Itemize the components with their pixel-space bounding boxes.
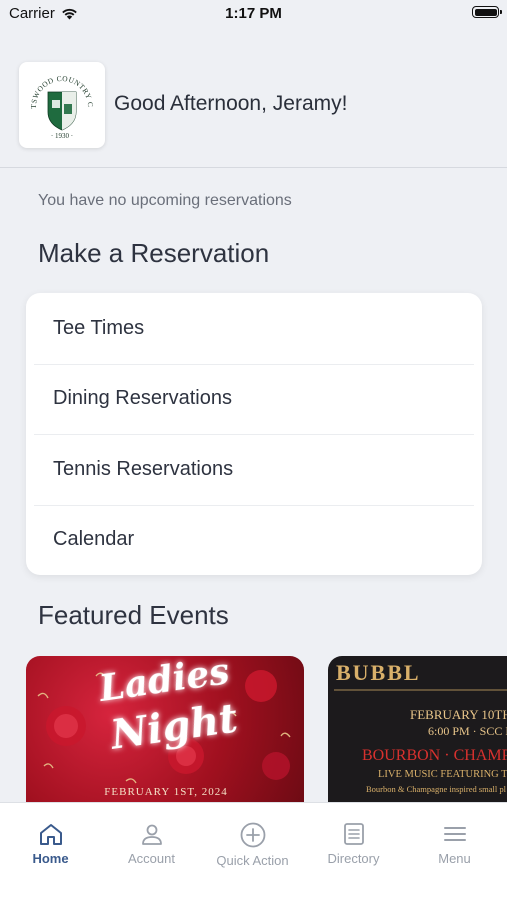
tab-menu[interactable]: Menu: [404, 803, 505, 873]
reservation-item-label: Tennis Reservations: [53, 457, 234, 480]
tab-account[interactable]: Account: [101, 803, 202, 873]
club-logo[interactable]: SPOTSWOOD COUNTRY CLUB · 1930 ·: [16, 55, 105, 148]
person-icon: [141, 824, 162, 845]
event-card-bourbon-bubbles[interactable]: BUBBL FEBRUARY 10TH, 20 6:00 PM · SCC LO…: [328, 656, 507, 802]
event-date: FEBRUARY 1ST, 2024: [104, 786, 227, 798]
reservation-options-card: Tee Times Dining Reservations Tennis Res…: [26, 293, 482, 575]
reservation-item-label: Calendar: [53, 528, 135, 551]
featured-events-carousel[interactable]: Ladies Night FEBRUARY 1ST, 2024 BUBBL FE…: [26, 656, 507, 802]
tab-label: Directory: [327, 851, 380, 866]
reservation-item-calendar[interactable]: Calendar: [26, 504, 482, 576]
hamburger-icon: [443, 827, 466, 841]
reservation-item-label: Tee Times: [53, 316, 145, 339]
event-subtitle-2: Bourbon & Champagne inspired small pl: [366, 784, 507, 794]
tab-bar: Home Account Quick Action Directory Menu: [0, 802, 507, 901]
event-title: BUBBL: [336, 660, 421, 685]
reservation-item-dining[interactable]: Dining Reservations: [26, 363, 482, 435]
bourbon-poster: BUBBL FEBRUARY 10TH, 20 6:00 PM · SCC LO…: [334, 660, 507, 794]
svg-text:· 1930 ·: · 1930 ·: [51, 132, 73, 140]
battery-icon: [472, 6, 502, 18]
tab-home[interactable]: Home: [0, 803, 101, 873]
tab-quick-action[interactable]: Quick Action: [202, 803, 303, 873]
no-reservations-message: You have no upcoming reservations: [38, 192, 292, 209]
club-crest-icon: SPOTSWOOD COUNTRY CLUB · 1930 ·: [16, 55, 95, 140]
header: SPOTSWOOD COUNTRY CLUB · 1930 · Good Aft…: [0, 40, 507, 168]
tab-label: Account: [128, 851, 175, 866]
tab-label: Home: [32, 851, 69, 866]
reservation-item-label: Dining Reservations: [53, 387, 232, 410]
status-time: 1:17 PM: [225, 5, 282, 22]
event-subtitle: LIVE MUSIC FEATURING THADD: [378, 769, 507, 780]
list-icon: [343, 823, 364, 845]
event-headline: BOURBON · CHAMPAGNE: [362, 747, 507, 764]
tab-label: Quick Action: [216, 853, 289, 868]
reservation-item-tennis[interactable]: Tennis Reservations: [26, 434, 482, 505]
tab-label: Menu: [438, 851, 471, 866]
reservation-item-tee-times[interactable]: Tee Times: [26, 293, 482, 364]
event-time: 6:00 PM · SCC LOUN: [428, 724, 507, 738]
tab-directory[interactable]: Directory: [303, 803, 404, 873]
home-icon: [39, 824, 62, 845]
status-bar: Carrier 1:17 PM: [0, 0, 507, 30]
event-card-ladies-night[interactable]: Ladies Night FEBRUARY 1ST, 2024: [26, 656, 304, 802]
greeting-text: Good Afternoon, Jeramy!: [114, 92, 348, 115]
make-reservation-title: Make a Reservation: [38, 238, 270, 268]
featured-events-title: Featured Events: [38, 600, 229, 630]
plus-circle-icon: [240, 822, 265, 848]
ladies-night-poster: Ladies Night FEBRUARY 1ST, 2024: [37, 656, 291, 798]
event-date: FEBRUARY 10TH, 20: [410, 707, 507, 722]
